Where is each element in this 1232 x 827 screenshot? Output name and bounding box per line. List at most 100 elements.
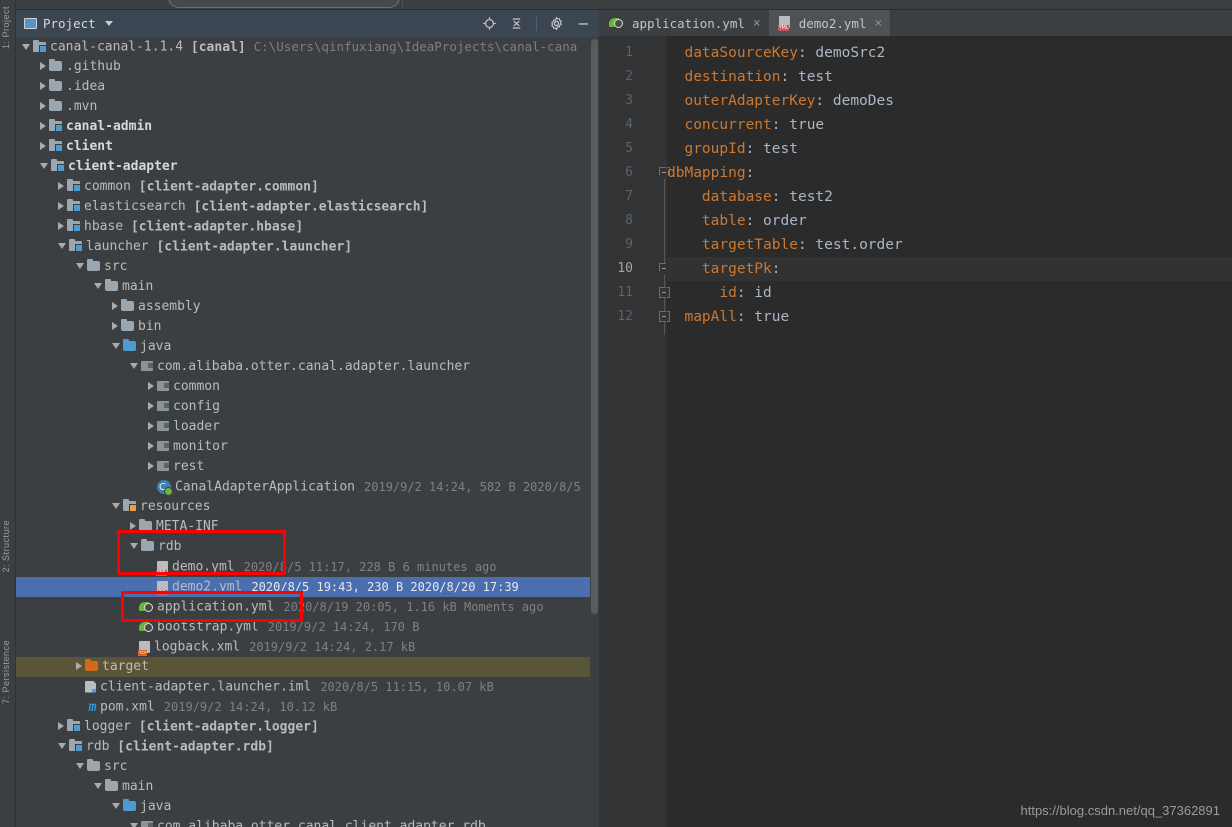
tree-closed-arrow-icon[interactable] [40, 82, 46, 90]
tree-closed-arrow-icon[interactable] [58, 182, 64, 190]
tree-row[interactable]: client-adapter [16, 157, 599, 177]
project-tree-scrollbar[interactable] [590, 37, 599, 827]
run-configuration-box[interactable] [168, 0, 400, 8]
tree-row[interactable]: client-adapter.launcher.iml 2020/8/5 11:1… [16, 677, 599, 697]
tree-open-arrow-icon[interactable] [76, 763, 84, 769]
tree-closed-arrow-icon[interactable] [40, 102, 46, 110]
tree-row[interactable]: m pom.xml 2019/9/2 14:24, 10.12 kB [16, 697, 599, 717]
tree-open-arrow-icon[interactable] [94, 783, 102, 789]
tree-closed-arrow-icon[interactable] [40, 122, 46, 130]
tree-closed-arrow-icon[interactable] [148, 382, 154, 390]
tree-row[interactable]: rest [16, 457, 599, 477]
code-line[interactable]: targetPk: [667, 257, 1232, 281]
editor-tab-bar[interactable]: application.yml × demo2.yml × [599, 10, 1232, 36]
tree-closed-arrow-icon[interactable] [148, 462, 154, 470]
tree-open-arrow-icon[interactable] [112, 503, 120, 509]
tree-row[interactable]: rdb [client-adapter.rdb] [16, 737, 599, 757]
tree-row[interactable]: config [16, 397, 599, 417]
tree-row[interactable]: resources [16, 497, 599, 517]
tree-row[interactable]: canal-canal-1.1.4 [canal] C:\Users\qinfux… [16, 37, 599, 57]
tree-row[interactable]: launcher [client-adapter.launcher] [16, 237, 599, 257]
tree-row[interactable]: bootstrap.yml 2019/9/2 14:24, 170 B [16, 617, 599, 637]
tree-closed-arrow-icon[interactable] [40, 142, 46, 150]
tree-row[interactable]: com.alibaba.otter.canal.client.adapter.r… [16, 817, 599, 827]
tree-open-arrow-icon[interactable] [76, 263, 84, 269]
tool-button-structure[interactable]: 2: Structure [1, 520, 15, 573]
tree-open-arrow-icon[interactable] [130, 543, 138, 549]
tree-closed-arrow-icon[interactable] [58, 202, 64, 210]
tree-closed-arrow-icon[interactable] [148, 442, 154, 450]
tree-row[interactable]: demo.yml 2020/8/5 11:17, 228 B 6 minutes … [16, 557, 599, 577]
close-icon[interactable]: × [874, 16, 882, 31]
tree-row[interactable]: src [16, 257, 599, 277]
tree-row[interactable]: logback.xml 2019/9/2 14:24, 2.17 kB [16, 637, 599, 657]
code-line[interactable]: groupId: test [667, 137, 1232, 161]
tree-row[interactable]: monitor [16, 437, 599, 457]
tree-row[interactable]: META-INF [16, 517, 599, 537]
editor-gutter[interactable]: 1 2 3 4 5 6 7 8 9 10 11 12 [599, 36, 670, 827]
tree-row[interactable]: src [16, 757, 599, 777]
project-tree[interactable]: canal-canal-1.1.4 [canal] C:\Users\qinfux… [16, 37, 599, 827]
gear-icon[interactable] [549, 16, 564, 31]
tree-row[interactable]: client [16, 137, 599, 157]
tree-row[interactable]: assembly [16, 297, 599, 317]
tree-row[interactable]: .idea [16, 77, 599, 97]
tree-row[interactable]: loader [16, 417, 599, 437]
chevron-down-icon[interactable] [104, 21, 113, 26]
code-line[interactable]: destination: test [667, 65, 1232, 89]
tree-row[interactable]: common [16, 377, 599, 397]
tree-open-arrow-icon[interactable] [58, 743, 66, 749]
code-line[interactable]: mapAll: true [667, 305, 1232, 329]
tree-closed-arrow-icon[interactable] [130, 522, 136, 530]
tree-closed-arrow-icon[interactable] [148, 402, 154, 410]
tree-open-arrow-icon[interactable] [112, 803, 120, 809]
tree-row[interactable]: hbase [client-adapter.hbase] [16, 217, 599, 237]
tree-row[interactable]: bin [16, 317, 599, 337]
code-line[interactable]: id: id [667, 281, 1232, 305]
tree-row[interactable]: java [16, 797, 599, 817]
tree-closed-arrow-icon[interactable] [148, 422, 154, 430]
locate-icon[interactable] [482, 16, 497, 31]
tree-open-arrow-icon[interactable] [130, 823, 138, 827]
tree-open-arrow-icon[interactable] [22, 43, 30, 50]
tree-open-arrow-icon[interactable] [130, 363, 138, 369]
tree-row[interactable]: elasticsearch [client-adapter.elasticsea… [16, 197, 599, 217]
tree-closed-arrow-icon[interactable] [40, 62, 46, 70]
code-line[interactable]: concurrent: true [667, 113, 1232, 137]
tree-row[interactable]: common [client-adapter.common] [16, 177, 599, 197]
tree-row[interactable]: target [16, 657, 599, 677]
tree-row[interactable]: main [16, 777, 599, 797]
code-content[interactable]: dataSourceKey: demoSrc2 destination: tes… [667, 36, 1232, 827]
close-icon[interactable]: × [753, 16, 761, 31]
tree-closed-arrow-icon[interactable] [58, 222, 64, 230]
code-line[interactable]: targetTable: test.order [667, 233, 1232, 257]
tree-open-arrow-icon[interactable] [94, 283, 102, 289]
tool-button-persistence[interactable]: 7: Persistence [1, 640, 15, 704]
tree-closed-arrow-icon[interactable] [112, 302, 118, 310]
tree-row[interactable]: rdb [16, 537, 599, 557]
tree-row[interactable]: main [16, 277, 599, 297]
editor-tab[interactable]: demo2.yml × [768, 10, 891, 36]
tree-row[interactable]: .mvn [16, 97, 599, 117]
tree-row[interactable]: CanalAdapterApplication 2019/9/2 14:24, 5… [16, 477, 599, 498]
code-line[interactable]: outerAdapterKey: demoDes [667, 89, 1232, 113]
tree-open-arrow-icon[interactable] [58, 243, 66, 249]
tree-closed-arrow-icon[interactable] [76, 662, 82, 670]
code-line[interactable]: table: order [667, 209, 1232, 233]
tree-open-arrow-icon[interactable] [112, 343, 120, 349]
scrollbar-thumb[interactable] [591, 39, 598, 614]
tree-row[interactable]: com.alibaba.otter.canal.adapter.launcher [16, 357, 599, 377]
tree-closed-arrow-icon[interactable] [58, 722, 64, 730]
tool-button-project[interactable]: 1: Project [1, 6, 15, 49]
tree-row[interactable]: application.yml 2020/8/19 20:05, 1.16 kB … [16, 597, 599, 617]
code-line[interactable]: dataSourceKey: demoSrc2 [667, 41, 1232, 65]
minimize-icon[interactable] [576, 16, 591, 31]
tree-row[interactable]: demo2.yml 2020/8/5 19:43, 230 B 2020/8/20… [16, 577, 599, 597]
code-area[interactable]: 1 2 3 4 5 6 7 8 9 10 11 12 dataSourceKey: demoSrc2 … [599, 36, 1232, 827]
code-line[interactable]: database: test2 [667, 185, 1232, 209]
editor-tab[interactable]: application.yml × [599, 10, 769, 36]
tree-row[interactable]: logger [client-adapter.logger] [16, 717, 599, 737]
tree-closed-arrow-icon[interactable] [112, 322, 118, 330]
collapse-all-icon[interactable] [509, 16, 524, 31]
tree-row[interactable]: canal-admin [16, 117, 599, 137]
